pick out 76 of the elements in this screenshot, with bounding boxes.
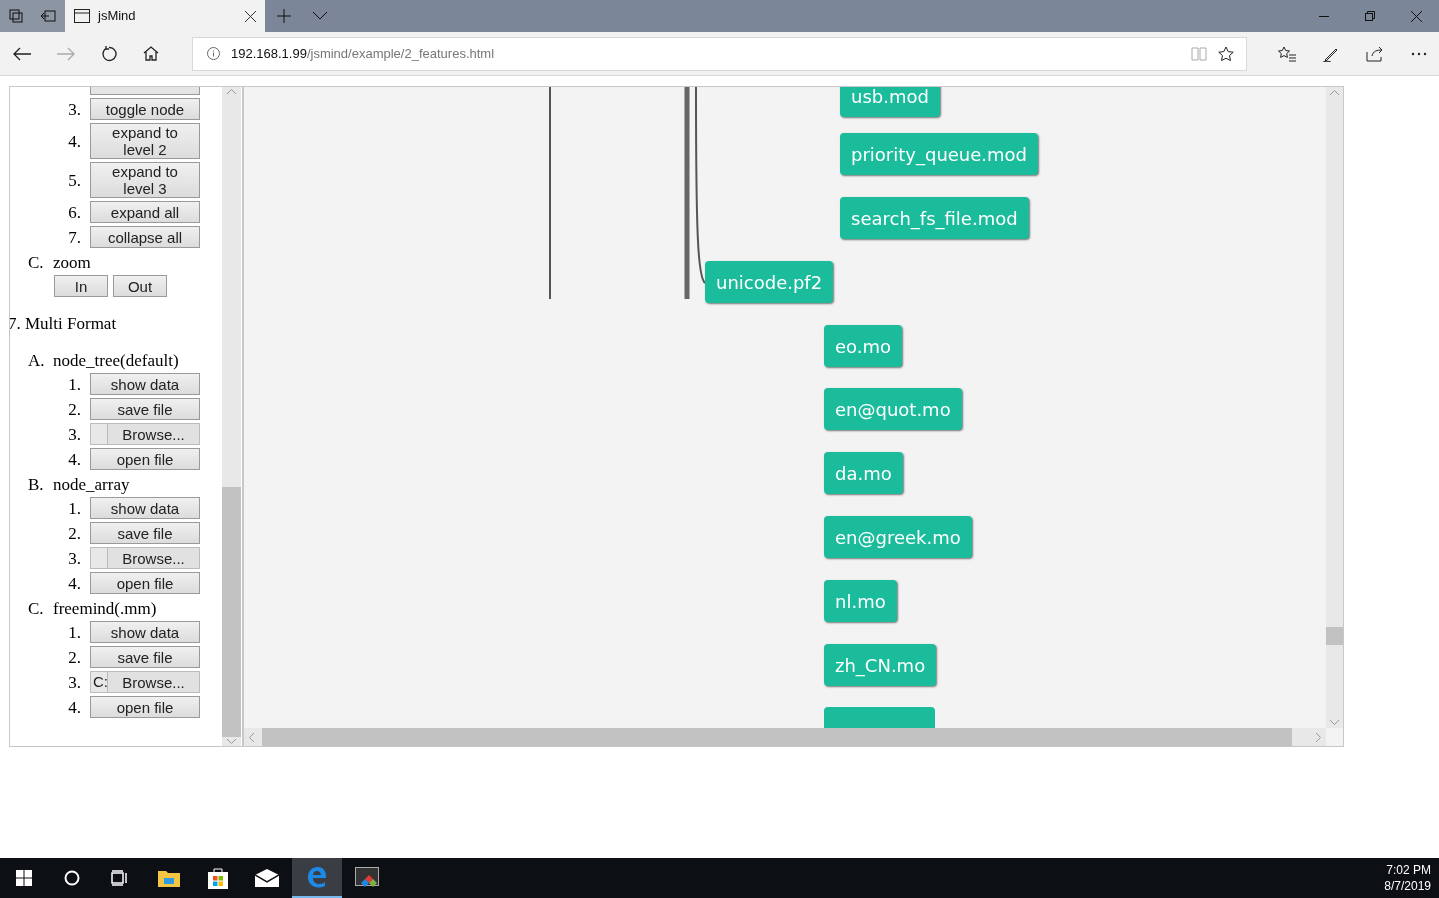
- zoom-button[interactable]: Out: [113, 275, 167, 297]
- share-icon[interactable]: [1366, 45, 1384, 62]
- action-button[interactable]: show data: [90, 497, 200, 519]
- scroll-thumb[interactable]: [1326, 627, 1343, 645]
- list-number: 1.: [67, 623, 82, 641]
- restore-icon[interactable]: [1365, 11, 1375, 21]
- minimize-icon[interactable]: [1319, 15, 1329, 17]
- list-number: 4.: [67, 698, 82, 716]
- list-number: 3.: [67, 549, 82, 567]
- action-button[interactable]: open file: [90, 696, 200, 718]
- list-number: 3.: [67, 673, 82, 691]
- chevron-down-icon[interactable]: [313, 12, 327, 20]
- star-icon[interactable]: [1218, 45, 1234, 62]
- search-icon[interactable]: [64, 870, 80, 886]
- app-window-icon[interactable]: [355, 867, 379, 889]
- more-icon[interactable]: [1411, 51, 1427, 56]
- section-label: node_array: [53, 474, 130, 497]
- scrollbar[interactable]: [222, 87, 241, 746]
- page-icon: [74, 9, 90, 23]
- new-tab-icon[interactable]: [277, 9, 291, 23]
- action-button[interactable]: show data: [90, 373, 200, 395]
- action-button[interactable]: expand to level 3: [90, 162, 200, 198]
- section-label: zoom: [53, 252, 91, 275]
- list-number: 2.: [67, 524, 82, 542]
- action-button[interactable]: expand all: [90, 201, 200, 223]
- list-number: 1.: [67, 499, 82, 517]
- tab-title: jsMind: [98, 7, 137, 26]
- clock-time[interactable]: 7:02 PM: [1386, 862, 1431, 878]
- list-number: 4.: [67, 574, 82, 592]
- action-button[interactable]: collapse all: [90, 226, 200, 248]
- list-number: 6.: [67, 203, 82, 221]
- list-letter: C.: [28, 252, 45, 275]
- scroll-thumb[interactable]: [222, 487, 241, 737]
- list-number: 3.: [67, 100, 82, 118]
- clock-date[interactable]: 8/7/2019: [1384, 878, 1431, 894]
- back-icon[interactable]: [13, 46, 31, 61]
- list-letter: B.: [28, 474, 45, 497]
- refresh-icon[interactable]: [101, 45, 117, 62]
- home-icon[interactable]: [143, 46, 159, 61]
- tabs-aside-icon[interactable]: [8, 9, 23, 23]
- list-number: 2.: [67, 648, 82, 666]
- action-button[interactable]: show data: [90, 621, 200, 643]
- list-number: 4.: [67, 450, 82, 468]
- url-text: 192.168.1.99/jsmind/example/2_features.html: [231, 44, 496, 63]
- info-icon: [207, 47, 220, 60]
- action-button[interactable]: expand to level 2: [90, 123, 200, 159]
- browser-tab[interactable]: jsMind: [65, 0, 265, 32]
- list-number: 3.: [67, 425, 82, 443]
- list-number: 2.: [67, 400, 82, 418]
- task-view-icon[interactable]: [111, 870, 129, 886]
- list-number: 1.: [67, 375, 82, 393]
- favorites-icon[interactable]: [1278, 45, 1296, 62]
- envelope-icon[interactable]: [255, 869, 279, 887]
- list-number: 4.: [67, 132, 82, 150]
- action-button[interactable]: open file: [90, 572, 200, 594]
- action-button[interactable]: save file: [90, 522, 200, 544]
- list-letter: C.: [28, 598, 45, 621]
- list-number: 5.: [67, 171, 82, 189]
- list-letter: A.: [28, 350, 46, 373]
- action-button[interactable]: save file: [90, 398, 200, 420]
- set-aside-icon[interactable]: [40, 10, 57, 22]
- action-button[interactable]: toggle node: [90, 98, 200, 120]
- scrollbar[interactable]: [1326, 87, 1343, 728]
- browser-e-icon[interactable]: [306, 866, 328, 888]
- section-label: freemind(.mm): [53, 598, 157, 621]
- zoom-button[interactable]: In: [54, 275, 108, 297]
- folder-icon[interactable]: [158, 869, 180, 887]
- close-icon[interactable]: [1411, 10, 1422, 22]
- action-button[interactable]: save file: [90, 646, 200, 668]
- store-bag-icon[interactable]: [207, 867, 229, 889]
- close-icon[interactable]: [245, 10, 256, 22]
- section-label: node_tree(default): [53, 350, 179, 373]
- address-field[interactable]: 192.168.1.99/jsmind/example/2_features.html: [192, 36, 1247, 71]
- windows-start-icon[interactable]: [16, 870, 32, 886]
- list-number: 7.: [67, 228, 82, 246]
- action-button[interactable]: open file: [90, 448, 200, 470]
